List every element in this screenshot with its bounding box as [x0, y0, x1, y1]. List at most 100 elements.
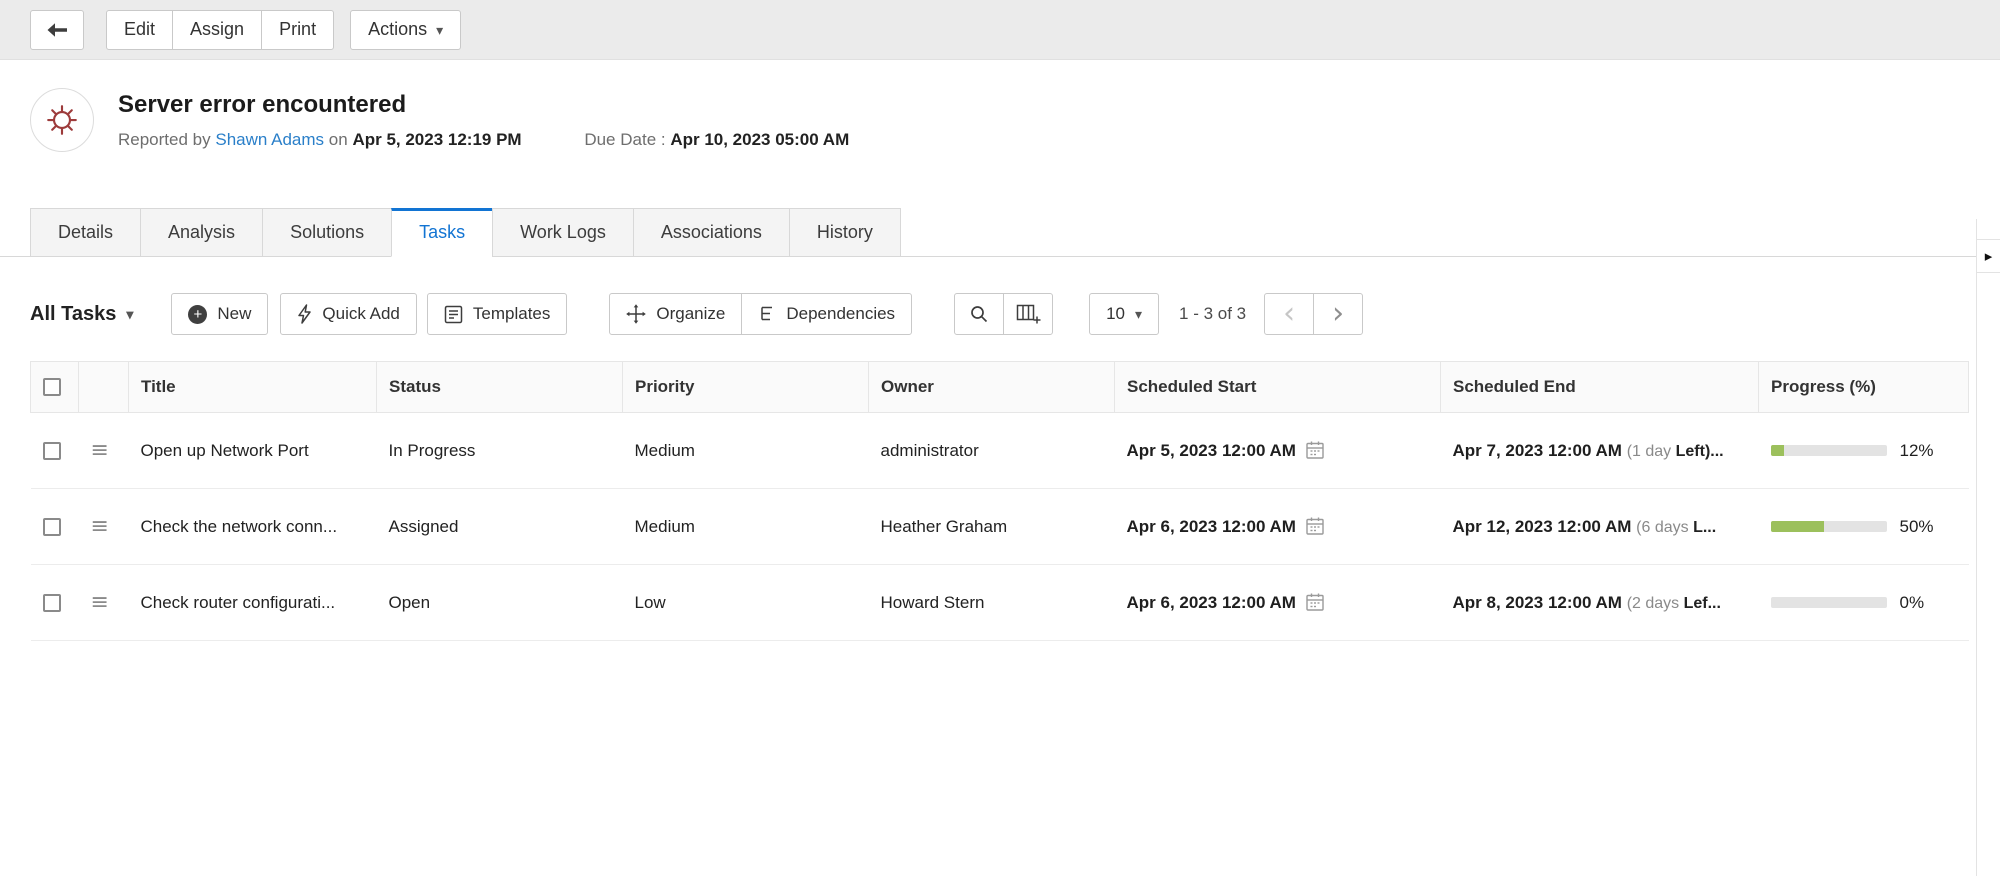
column-header-title[interactable]: Title	[129, 362, 377, 413]
table-row: ≡ Open up Network Port In Progress Mediu…	[31, 413, 1969, 489]
tasks-panel: All Tasks ▾ + New Quick Add Templates	[0, 293, 2000, 641]
table-columns-icon	[1016, 304, 1041, 325]
drag-handle-icon[interactable]: ≡	[91, 438, 109, 463]
progress-label: 0%	[1900, 593, 1925, 613]
task-filter-label: All Tasks	[30, 303, 116, 326]
calendar-icon[interactable]	[1305, 592, 1325, 612]
task-owner: administrator	[881, 441, 979, 460]
chevron-down-icon: ▾	[436, 23, 443, 37]
drag-handle-icon[interactable]: ≡	[91, 514, 109, 539]
templates-button[interactable]: Templates	[427, 293, 567, 335]
task-title-link[interactable]: Check the network conn...	[141, 517, 338, 536]
tab-history[interactable]: History	[789, 208, 901, 257]
column-header-scheduled-end[interactable]: Scheduled End	[1441, 362, 1759, 413]
task-owner: Howard Stern	[881, 593, 985, 612]
search-icon	[969, 304, 989, 324]
ticket-meta: Reported by Shawn Adams on Apr 5, 2023 1…	[118, 130, 849, 150]
hierarchy-icon	[758, 305, 776, 323]
column-header-owner[interactable]: Owner	[869, 362, 1115, 413]
actions-label: Actions	[368, 19, 427, 40]
due-date-label: Due Date :	[584, 130, 665, 149]
days-left-note: (1 day	[1627, 443, 1676, 460]
search-button[interactable]	[954, 293, 1004, 335]
task-title-link[interactable]: Check router configurati...	[141, 593, 336, 612]
tab-associations[interactable]: Associations	[633, 208, 790, 257]
organize-button[interactable]: Organize	[609, 293, 742, 335]
scheduled-end-value: Apr 7, 2023 12:00 AM	[1453, 441, 1622, 460]
reported-date: Apr 5, 2023 12:19 PM	[352, 130, 521, 149]
task-priority: Medium	[635, 517, 695, 536]
progress-label: 12%	[1900, 441, 1934, 461]
edit-button[interactable]: Edit	[106, 10, 173, 50]
task-status: Assigned	[389, 517, 459, 536]
assign-button[interactable]: Assign	[172, 10, 262, 50]
progress-label: 50%	[1900, 517, 1934, 537]
plus-icon: +	[188, 305, 207, 324]
tab-details[interactable]: Details	[30, 208, 141, 257]
ticket-header: Server error encountered Reported by Sha…	[0, 60, 2000, 152]
table-row: ≡ Check router configurati... Open Low H…	[31, 565, 1969, 641]
column-header-scheduled-start[interactable]: Scheduled Start	[1115, 362, 1441, 413]
calendar-icon[interactable]	[1305, 516, 1325, 536]
column-header-status[interactable]: Status	[377, 362, 623, 413]
row-checkbox[interactable]	[43, 594, 61, 612]
task-filter-dropdown[interactable]: All Tasks ▾	[30, 303, 133, 326]
column-header-progress[interactable]: Progress (%)	[1759, 362, 1969, 413]
quick-add-button[interactable]: Quick Add	[280, 293, 417, 335]
drag-handle-icon[interactable]: ≡	[91, 590, 109, 615]
right-panel-rail: ▸	[1976, 219, 2000, 876]
chevron-down-icon: ▾	[1135, 307, 1142, 321]
dependencies-button[interactable]: Dependencies	[741, 293, 912, 335]
lightning-icon	[297, 304, 312, 324]
quick-add-label: Quick Add	[322, 304, 400, 324]
days-left-note-bold: Left)...	[1676, 443, 1724, 460]
task-table: Title Status Priority Owner Scheduled St…	[30, 361, 1969, 641]
scheduled-start-value: Apr 6, 2023 12:00 AM	[1127, 517, 1296, 536]
tasks-toolbar: All Tasks ▾ + New Quick Add Templates	[30, 293, 1968, 335]
templates-label: Templates	[473, 304, 550, 324]
tab-solutions[interactable]: Solutions	[262, 208, 392, 257]
dependencies-label: Dependencies	[786, 304, 895, 324]
back-button[interactable]	[30, 10, 84, 50]
actions-dropdown-button[interactable]: Actions ▾	[350, 10, 461, 50]
table-header-row: Title Status Priority Owner Scheduled St…	[31, 362, 1969, 413]
reporter-link[interactable]: Shawn Adams	[215, 130, 324, 149]
task-title-link[interactable]: Open up Network Port	[141, 441, 309, 460]
page-title: Server error encountered	[118, 91, 849, 119]
task-status: In Progress	[389, 441, 476, 460]
days-left-note: (6 days	[1636, 519, 1693, 536]
new-task-button[interactable]: + New	[171, 293, 268, 335]
chevron-left-icon: ‹	[1283, 299, 1295, 329]
previous-page-button[interactable]: ‹	[1264, 293, 1314, 335]
template-icon	[444, 305, 463, 324]
row-checkbox[interactable]	[43, 442, 61, 460]
back-arrow-icon	[46, 21, 68, 39]
progress-fill	[1771, 445, 1785, 456]
tab-work-logs[interactable]: Work Logs	[492, 208, 634, 257]
chevron-down-icon: ▾	[126, 307, 133, 321]
table-row: ≡ Check the network conn... Assigned Med…	[31, 489, 1969, 565]
tab-analysis[interactable]: Analysis	[140, 208, 263, 257]
days-left-note-bold: Lef...	[1684, 595, 1721, 612]
scheduled-end-value: Apr 12, 2023 12:00 AM	[1453, 517, 1632, 536]
scheduled-start-value: Apr 5, 2023 12:00 AM	[1127, 441, 1296, 460]
top-toolbar: Edit Assign Print Actions ▾	[0, 0, 2000, 60]
progress-bar	[1771, 521, 1887, 532]
column-header-priority[interactable]: Priority	[623, 362, 869, 413]
tab-bar: DetailsAnalysisSolutionsTasksWork LogsAs…	[0, 208, 2000, 257]
pagination-info: 1 - 3 of 3	[1179, 304, 1246, 324]
row-checkbox[interactable]	[43, 518, 61, 536]
tab-tasks[interactable]: Tasks	[391, 208, 493, 257]
next-page-button[interactable]: ›	[1313, 293, 1363, 335]
right-panel-toggle[interactable]: ▸	[1977, 239, 2000, 273]
incident-avatar	[30, 88, 94, 152]
print-button[interactable]: Print	[261, 10, 334, 50]
calendar-icon[interactable]	[1305, 440, 1325, 460]
pagination-group: ‹ ›	[1264, 293, 1363, 335]
progress-fill	[1771, 521, 1824, 532]
task-priority: Medium	[635, 441, 695, 460]
select-all-checkbox[interactable]	[43, 378, 61, 396]
page-size-dropdown[interactable]: 10 ▾	[1089, 293, 1159, 335]
column-chooser-button[interactable]	[1003, 293, 1053, 335]
move-icon	[626, 304, 646, 324]
